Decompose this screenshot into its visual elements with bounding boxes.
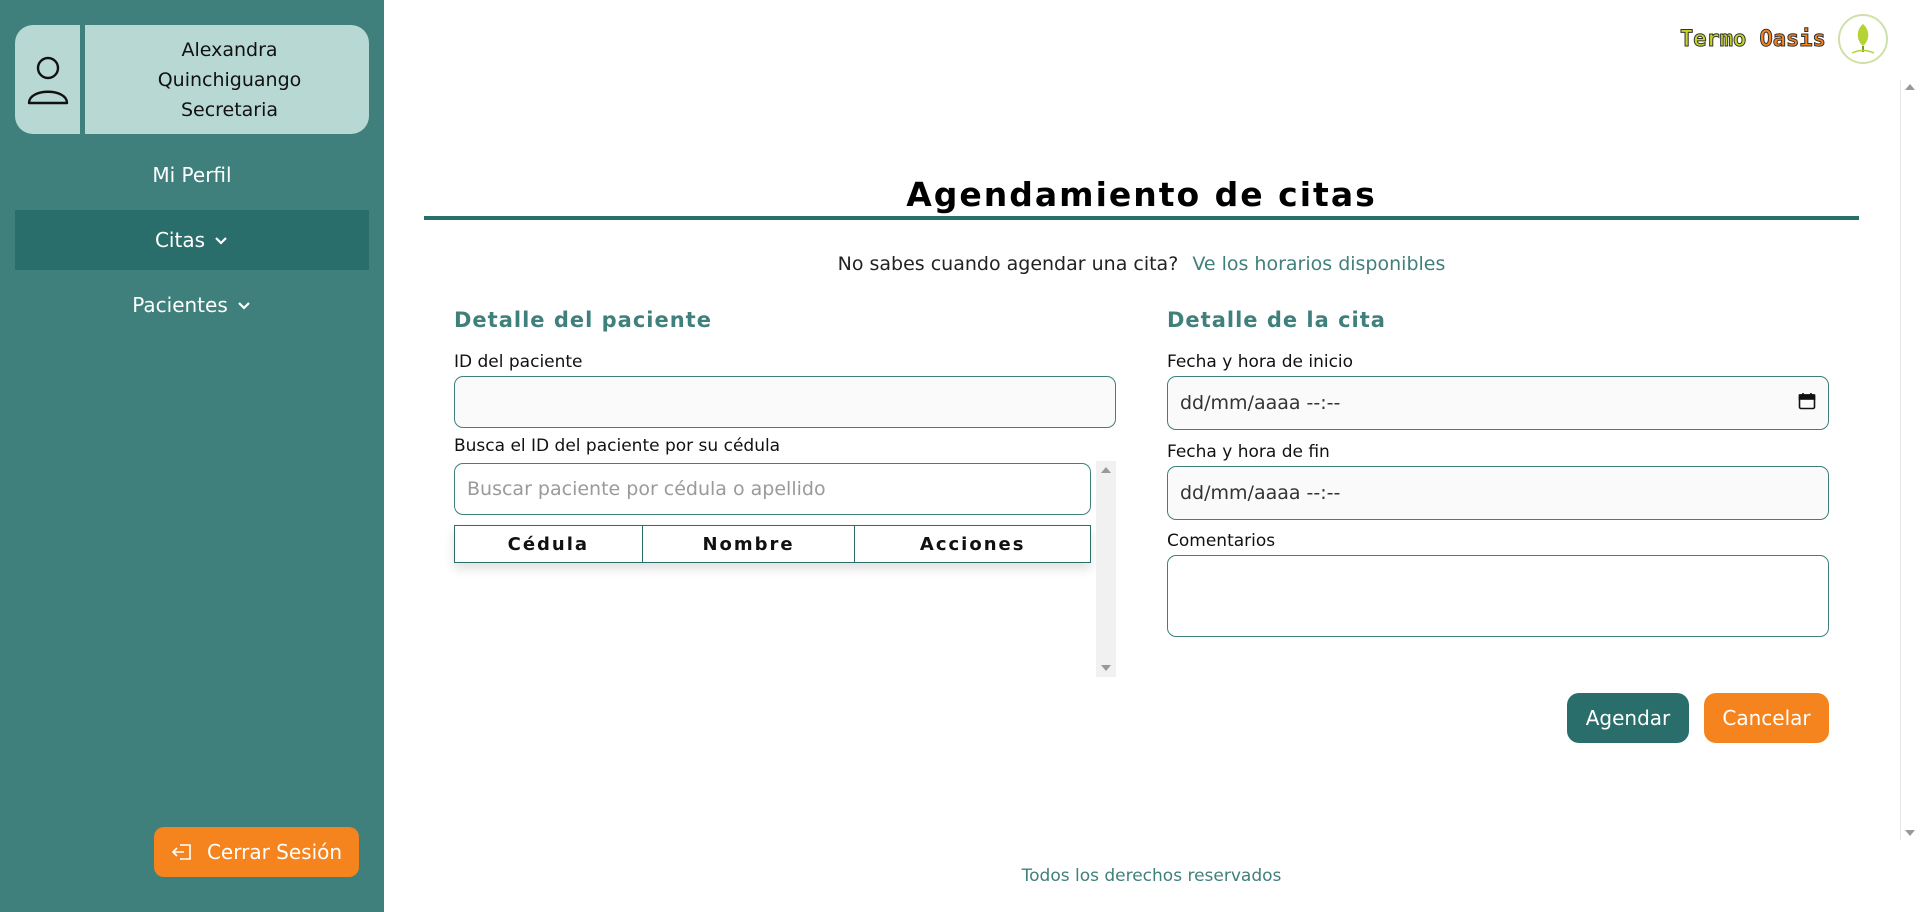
start-datetime-input[interactable]: dd/mm/aaaa --:-- bbox=[1167, 376, 1829, 430]
patient-results-table: Cédula Nombre Acciones bbox=[454, 525, 1091, 563]
user-card: Alexandra Quinchiguango Secretaria bbox=[15, 25, 369, 134]
user-first-name: Alexandra bbox=[181, 38, 278, 61]
end-datetime-value: dd/mm/aaaa --:-- bbox=[1180, 482, 1341, 504]
scroll-down-icon[interactable] bbox=[1101, 665, 1111, 671]
user-last-name: Quinchiguango bbox=[157, 68, 302, 91]
scroll-up-icon[interactable] bbox=[1101, 467, 1111, 473]
nav-item-label: Citas bbox=[154, 228, 206, 252]
nav-item-label: Pacientes bbox=[132, 293, 228, 317]
brand[interactable]: Termo Oasis bbox=[1679, 14, 1888, 64]
logout-button[interactable]: Cerrar Sesión bbox=[154, 827, 359, 877]
nav-item-mi-perfil[interactable]: Mi Perfil bbox=[15, 145, 369, 205]
chevron-down-icon bbox=[237, 302, 250, 310]
appointment-section-title: Detalle de la cita bbox=[1167, 308, 1386, 332]
sidebar: Alexandra Quinchiguango Secretaria Mi Pe… bbox=[0, 0, 384, 912]
chevron-down-icon bbox=[215, 237, 227, 245]
brand-logo-icon bbox=[1837, 14, 1888, 64]
title-divider bbox=[424, 216, 1859, 220]
page-subtitle: No sabes cuando agendar una cita? Ve los… bbox=[424, 253, 1859, 275]
start-datetime-label: Fecha y hora de inicio bbox=[1167, 352, 1354, 372]
patient-id-label: ID del paciente bbox=[454, 352, 583, 372]
nav-item-label: Mi Perfil bbox=[152, 163, 232, 187]
patient-id-input[interactable] bbox=[454, 376, 1116, 428]
column-header-acciones: Acciones bbox=[854, 525, 1091, 563]
subtitle-text: No sabes cuando agendar una cita? bbox=[837, 253, 1179, 275]
column-header-nombre: Nombre bbox=[641, 525, 856, 563]
cancel-button[interactable]: Cancelar bbox=[1704, 693, 1829, 743]
brand-name: Termo Oasis bbox=[1679, 26, 1826, 52]
nav-item-citas[interactable]: Citas bbox=[15, 210, 369, 270]
brand-word-oasis: Oasis bbox=[1759, 26, 1826, 52]
logout-icon bbox=[171, 844, 191, 860]
patient-search-label: Busca el ID del paciente por su cédula bbox=[454, 436, 781, 456]
scroll-up-icon[interactable] bbox=[1905, 84, 1915, 90]
page-scrollbar[interactable] bbox=[1900, 80, 1920, 840]
page-title: Agendamiento de citas bbox=[906, 175, 1377, 214]
user-info: Alexandra Quinchiguango Secretaria bbox=[90, 25, 369, 134]
results-scrollbar[interactable] bbox=[1096, 461, 1116, 677]
user-icon bbox=[27, 56, 68, 104]
patient-section-title: Detalle del paciente bbox=[454, 308, 712, 332]
end-datetime-input[interactable]: dd/mm/aaaa --:-- bbox=[1167, 466, 1829, 520]
available-schedules-link[interactable]: Ve los horarios disponibles bbox=[1192, 253, 1445, 275]
start-datetime-value: dd/mm/aaaa --:-- bbox=[1180, 392, 1341, 414]
calendar-icon[interactable] bbox=[1798, 392, 1816, 410]
patient-search-input[interactable]: Buscar paciente por cédula o apellido bbox=[454, 463, 1091, 515]
end-datetime-label: Fecha y hora de fin bbox=[1167, 442, 1330, 462]
user-avatar bbox=[15, 25, 85, 134]
nav-item-pacientes[interactable]: Pacientes bbox=[15, 275, 369, 335]
footer: Todos los derechos reservados bbox=[1021, 866, 1282, 886]
comments-textarea[interactable] bbox=[1167, 555, 1829, 637]
schedule-button[interactable]: Agendar bbox=[1567, 693, 1689, 743]
comments-label: Comentarios bbox=[1167, 531, 1276, 551]
scroll-track bbox=[1900, 80, 1901, 840]
logout-label: Cerrar Sesión bbox=[206, 840, 343, 864]
scroll-down-icon[interactable] bbox=[1905, 830, 1915, 836]
patient-search-panel: Buscar paciente por cédula o apellido Cé… bbox=[454, 461, 1116, 677]
user-role: Secretaria bbox=[180, 98, 279, 121]
column-header-cedula: Cédula bbox=[454, 525, 643, 563]
brand-word-termo: Termo bbox=[1679, 26, 1747, 52]
